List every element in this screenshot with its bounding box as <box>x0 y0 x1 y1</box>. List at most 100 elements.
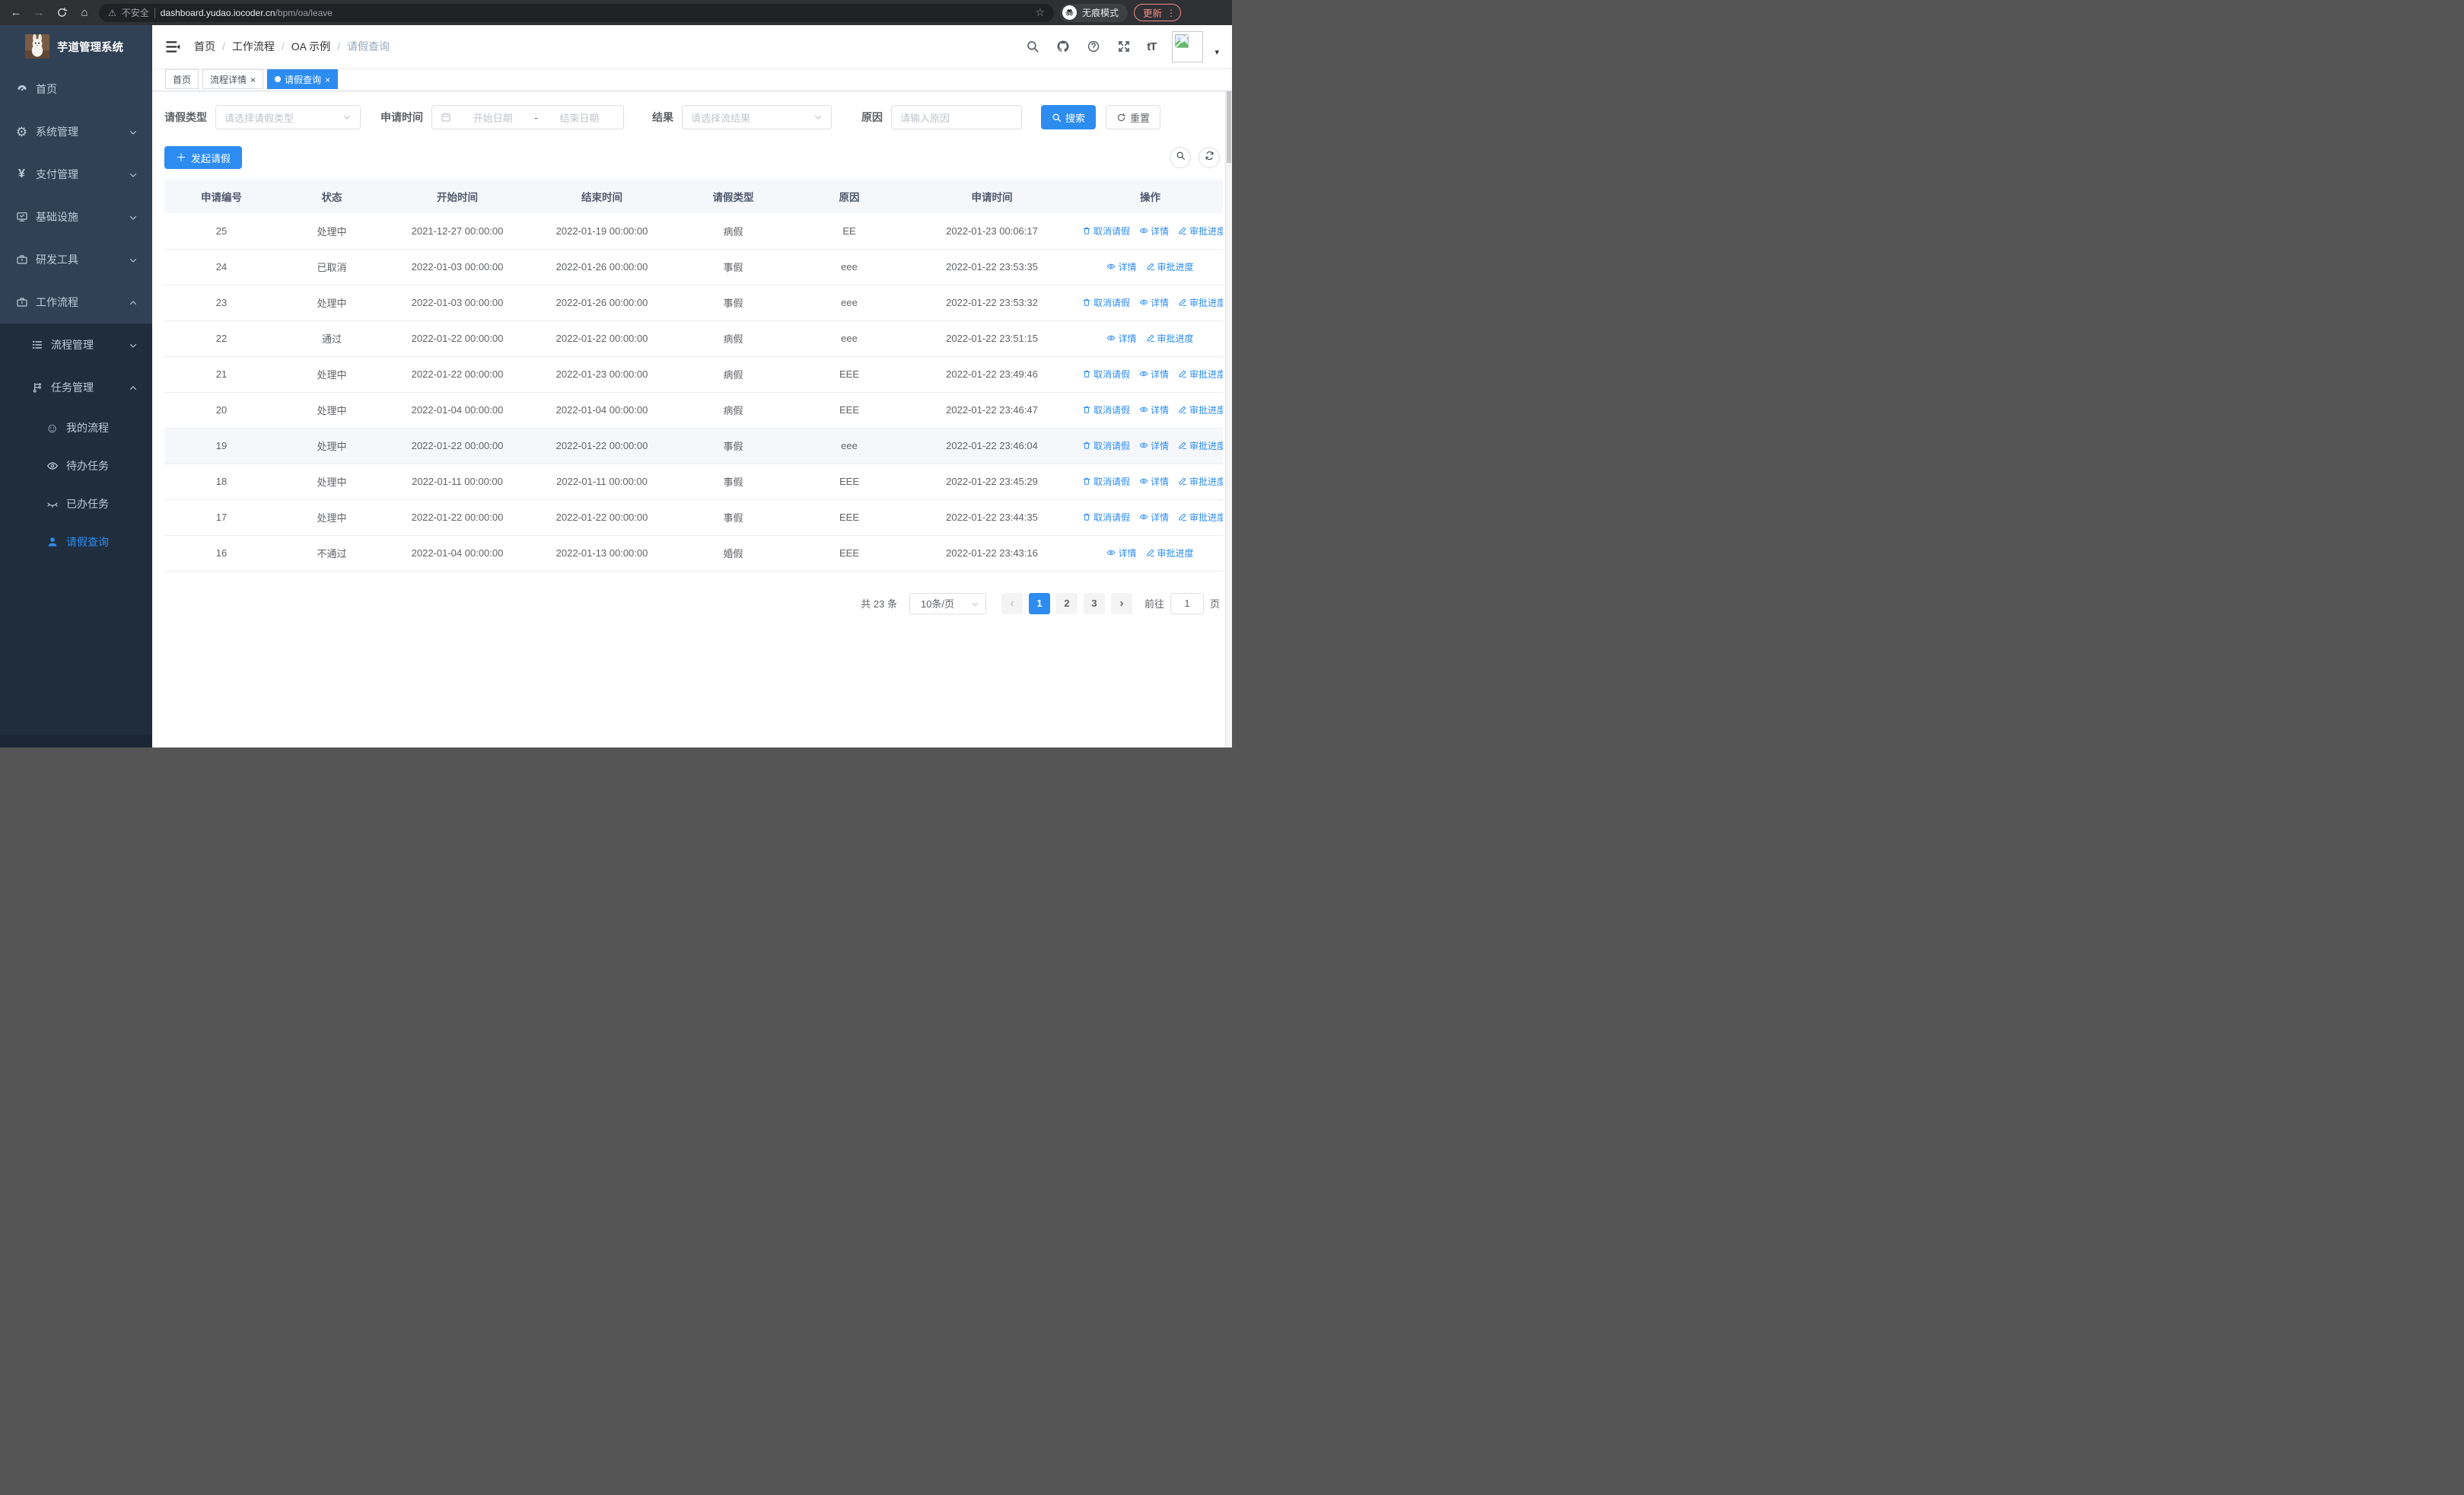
github-icon[interactable] <box>1055 40 1070 54</box>
tab-请假查询[interactable]: 请假查询 × <box>267 69 339 89</box>
action-progress[interactable]: 审批进度 <box>1178 225 1223 237</box>
result-select[interactable]: 请选择流结果 <box>682 105 832 129</box>
back-icon[interactable]: ← <box>8 5 24 21</box>
sidebar-item-请假查询[interactable]: 请假查询 <box>0 523 152 561</box>
action-progress[interactable]: 审批进度 <box>1178 511 1223 524</box>
sidebar-item-工作流程[interactable]: 工作流程 <box>0 281 152 324</box>
breadcrumb-item[interactable]: OA 示例 <box>291 39 330 54</box>
tab-流程详情[interactable]: 流程详情 × <box>202 69 264 89</box>
action-progress[interactable]: 审批进度 <box>1178 368 1223 381</box>
leave-type-select[interactable]: 请选择请假类型 <box>215 105 361 129</box>
avatar-caret-icon[interactable]: ▾ <box>1214 37 1219 57</box>
action-progress[interactable]: 审批进度 <box>1146 260 1194 273</box>
sidebar-item-label: 系统管理 <box>36 126 78 138</box>
action-detail[interactable]: 详情 <box>1139 225 1169 237</box>
sidebar-item-系统管理[interactable]: ⚙ 系统管理 <box>0 110 152 153</box>
action-detail[interactable]: 详情 <box>1139 403 1169 416</box>
search-icon <box>1176 151 1186 164</box>
search-button[interactable]: 搜索 <box>1041 105 1097 129</box>
sidebar-item-首页[interactable]: 首页 <box>0 68 152 110</box>
page-button-2[interactable]: 2 <box>1055 592 1078 614</box>
active-dot <box>275 76 282 82</box>
page-button-3[interactable]: 3 <box>1083 592 1105 614</box>
close-icon[interactable]: × <box>325 75 330 84</box>
sidebar-item-待办任务[interactable]: 待办任务 <box>0 447 152 485</box>
action-cancel[interactable]: 取消请假 <box>1082 296 1130 309</box>
action-cancel[interactable]: 取消请假 <box>1082 511 1130 524</box>
action-cancel[interactable]: 取消请假 <box>1082 225 1130 237</box>
close-icon[interactable]: × <box>250 75 256 84</box>
action-detail[interactable]: 详情 <box>1139 368 1169 381</box>
cell-start: 2022-01-03 00:00:00 <box>385 249 530 285</box>
action-progress[interactable]: 审批进度 <box>1178 296 1223 309</box>
page-button-1[interactable]: 1 <box>1028 592 1050 614</box>
cell-reason: eee <box>792 428 906 464</box>
page-size-select[interactable]: 10条/页 <box>909 592 986 614</box>
browser-menu-icon[interactable]: ⋮ <box>1167 8 1176 18</box>
browser-update-button[interactable]: 更新 ⋮ <box>1134 4 1182 21</box>
action-detail[interactable]: 详情 <box>1139 439 1169 452</box>
font-size-icon[interactable]: tT <box>1147 40 1157 53</box>
sidebar-item-已办任务[interactable]: 已办任务 <box>0 485 152 523</box>
toggle-search-button[interactable] <box>1170 147 1191 168</box>
sidebar-item-流程管理[interactable]: 流程管理 <box>0 324 152 366</box>
action-progress[interactable]: 审批进度 <box>1146 332 1194 345</box>
action-progress[interactable]: 审批进度 <box>1178 439 1223 452</box>
sidebar-item-我的流程[interactable]: ☺ 我的流程 <box>0 409 152 447</box>
action-cancel[interactable]: 取消请假 <box>1082 475 1130 488</box>
forward-icon[interactable]: → <box>30 5 47 21</box>
result-label: 结果 <box>652 111 673 123</box>
action-cancel[interactable]: 取消请假 <box>1082 439 1130 452</box>
refresh-table-button[interactable] <box>1199 147 1220 168</box>
cell-status: 不通过 <box>279 535 385 572</box>
action-detail[interactable]: 详情 <box>1106 547 1137 559</box>
incognito-badge: 无痕模式 <box>1060 3 1129 22</box>
tab-首页[interactable]: 首页 <box>165 69 199 89</box>
action-detail[interactable]: 详情 <box>1139 511 1169 524</box>
sidebar-item-研发工具[interactable]: 研发工具 <box>0 238 152 281</box>
action-detail[interactable]: 详情 <box>1139 475 1169 488</box>
reload-icon[interactable] <box>53 5 70 21</box>
prev-page-button[interactable]: ‹ <box>1001 592 1023 614</box>
table-toolbar: ＋ 发起请假 <box>164 146 1223 169</box>
next-page-button[interactable]: › <box>1110 592 1132 614</box>
face-icon: ☺ <box>45 420 59 435</box>
breadcrumb-item[interactable]: 工作流程 <box>232 39 275 54</box>
apply-time-range-picker[interactable]: 开始日期 - 结束日期 <box>431 105 624 129</box>
user-avatar[interactable] <box>1172 30 1204 62</box>
menu-fold-icon[interactable] <box>165 39 181 55</box>
goto-page-input[interactable]: 1 <box>1170 592 1204 614</box>
trash-icon <box>1082 441 1091 450</box>
action-progress[interactable]: 审批进度 <box>1178 475 1223 488</box>
fullscreen-icon[interactable] <box>1116 40 1131 54</box>
sidebar-item-label: 工作流程 <box>36 296 78 308</box>
table-row: 23 处理中 2022-01-03 00:00:00 2022-01-26 00:00… <box>164 285 1223 321</box>
action-detail[interactable]: 详情 <box>1106 332 1137 345</box>
action-detail[interactable]: 详情 <box>1139 296 1169 309</box>
action-label: 取消请假 <box>1094 476 1131 487</box>
refresh-icon <box>1205 151 1214 164</box>
sidebar-item-任务管理[interactable]: 任务管理 <box>0 366 152 409</box>
table-row: 18 处理中 2022-01-11 00:00:00 2022-01-11 00:00… <box>164 464 1223 500</box>
action-progress[interactable]: 审批进度 <box>1178 403 1223 416</box>
help-icon[interactable] <box>1086 40 1100 54</box>
reason-input[interactable]: 请输入原因 <box>891 105 1022 129</box>
action-label: 审批进度 <box>1189 404 1223 416</box>
sidebar-item-支付管理[interactable]: ¥ 支付管理 <box>0 153 152 196</box>
sidebar-item-基础设施[interactable]: 基础设施 <box>0 196 152 238</box>
cell-actions: 取消请假 详情 审批进度 <box>1078 428 1223 464</box>
bookmark-star-icon[interactable]: ☆ <box>1035 6 1045 19</box>
breadcrumb-item[interactable]: 首页 <box>194 39 215 54</box>
edit-icon <box>1178 512 1187 521</box>
action-cancel[interactable]: 取消请假 <box>1082 403 1130 416</box>
action-progress[interactable]: 审批进度 <box>1146 547 1194 559</box>
search-icon[interactable] <box>1025 40 1039 54</box>
action-detail[interactable]: 详情 <box>1106 260 1137 273</box>
home-icon[interactable]: ⌂ <box>76 5 93 21</box>
reset-button[interactable]: 重置 <box>1106 105 1161 129</box>
url-bar[interactable]: ⚠ 不安全 dashboard.yudao.iocoder.cn/bpm/oa/… <box>99 3 1054 22</box>
create-leave-button[interactable]: ＋ 发起请假 <box>164 146 243 169</box>
action-cancel[interactable]: 取消请假 <box>1082 368 1130 381</box>
page-scrollbar[interactable] <box>1225 25 1232 748</box>
range-separator: - <box>534 111 538 123</box>
